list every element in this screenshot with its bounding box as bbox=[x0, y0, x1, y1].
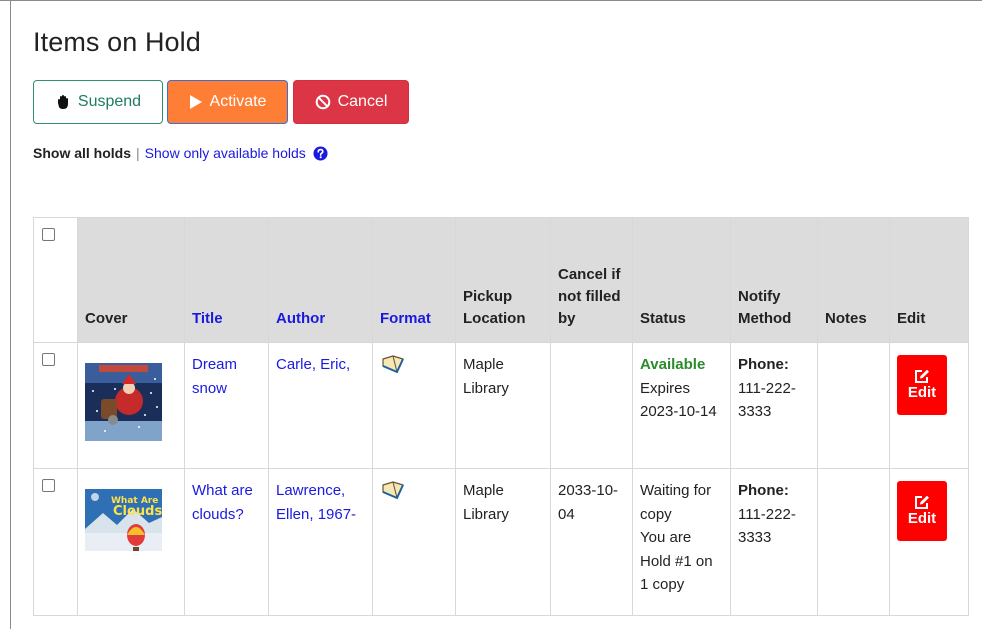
status-expires: Expires 2023-10-14 bbox=[640, 379, 717, 421]
header-edit: Edit bbox=[889, 217, 969, 343]
suspend-button[interactable]: Suspend bbox=[33, 80, 163, 124]
title-link[interactable]: What are clouds? bbox=[192, 482, 253, 523]
header-title[interactable]: Title bbox=[184, 217, 269, 343]
format-cell bbox=[372, 468, 456, 616]
notify-label: Phone: bbox=[738, 356, 789, 373]
edit-cell: Edit bbox=[889, 468, 969, 616]
title-cell: What are clouds? bbox=[184, 468, 269, 616]
author-link[interactable]: Carle, Eric, bbox=[276, 356, 350, 373]
header-notify-method: Notify Method bbox=[730, 217, 818, 343]
activate-label: Activate bbox=[209, 93, 267, 110]
window-frame-left bbox=[10, 0, 11, 629]
title-link[interactable]: Dream snow bbox=[192, 356, 237, 397]
edit-label: Edit bbox=[907, 510, 937, 527]
header-author[interactable]: Author bbox=[268, 217, 373, 343]
row-select-cell bbox=[33, 342, 78, 469]
ban-icon bbox=[315, 94, 331, 110]
table-header-row: Cover Title Author Format Pickup Locatio… bbox=[33, 217, 969, 343]
edit-icon bbox=[915, 369, 929, 383]
row-checkbox[interactable] bbox=[42, 353, 55, 366]
notes-cell bbox=[817, 342, 890, 469]
notify-phone: 111-222-3333 bbox=[738, 505, 796, 547]
status-waiting: Waiting for copy bbox=[640, 482, 712, 523]
notify-label: Phone: bbox=[738, 482, 789, 499]
hand-icon bbox=[55, 94, 71, 110]
notify-cell: Phone: 111-222-3333 bbox=[730, 468, 818, 616]
cancel-by-cell bbox=[550, 342, 633, 469]
show-all-holds: Show all holds bbox=[33, 145, 132, 161]
book-icon bbox=[382, 481, 404, 500]
help-icon[interactable] bbox=[313, 145, 328, 161]
cancel-button[interactable]: Cancel bbox=[293, 80, 409, 124]
cancel-label: Cancel bbox=[337, 93, 388, 110]
table-row: What Are Clouds? What are clouds? Lawren… bbox=[33, 468, 969, 616]
play-icon bbox=[189, 94, 203, 110]
select-all-checkbox[interactable] bbox=[42, 228, 55, 241]
select-all-cell bbox=[33, 217, 78, 343]
svg-text:Clouds?: Clouds? bbox=[113, 504, 162, 519]
notes-cell bbox=[817, 468, 890, 616]
edit-button[interactable]: Edit bbox=[897, 355, 947, 415]
status-hold-position: You are Hold #1 on 1 copy bbox=[640, 529, 713, 593]
show-available-holds-link[interactable]: Show only available holds bbox=[145, 145, 306, 161]
edit-cell: Edit bbox=[889, 342, 969, 469]
suspend-label: Suspend bbox=[77, 93, 142, 110]
activate-button[interactable]: Activate bbox=[167, 80, 288, 124]
header-notes: Notes bbox=[817, 217, 890, 343]
pickup-location-cell: Maple Library bbox=[455, 468, 551, 616]
author-link[interactable]: Lawrence, Ellen, 1967- bbox=[276, 482, 356, 523]
status-available: Available bbox=[640, 356, 706, 373]
header-cancel-if-not-filled-by: Cancel if not filled by bbox=[550, 217, 633, 343]
page-title: Items on Hold bbox=[33, 27, 201, 57]
cover-what-are-clouds[interactable]: What Are Clouds? bbox=[85, 489, 162, 551]
notify-phone: 111-222-3333 bbox=[738, 379, 796, 421]
row-select-cell bbox=[33, 468, 78, 616]
edit-icon bbox=[915, 495, 929, 509]
cover-cell: What Are Clouds? bbox=[77, 468, 185, 616]
row-checkbox[interactable] bbox=[42, 479, 55, 492]
title-cell: Dream snow bbox=[184, 342, 269, 469]
header-format[interactable]: Format bbox=[372, 217, 456, 343]
pickup-location-cell: Maple Library bbox=[455, 342, 551, 469]
status-cell: Waiting for copy You are Hold #1 on 1 co… bbox=[632, 468, 731, 616]
status-cell: Available Expires 2023-10-14 bbox=[632, 342, 731, 469]
window-frame-top bbox=[0, 0, 982, 1]
author-cell: Carle, Eric, bbox=[268, 342, 373, 469]
header-cover: Cover bbox=[77, 217, 185, 343]
header-status: Status bbox=[632, 217, 731, 343]
hold-filter: Show all holds | Show only available hol… bbox=[33, 145, 328, 161]
cancel-by-cell: 2033-10-04 bbox=[550, 468, 633, 616]
author-cell: Lawrence, Ellen, 1967- bbox=[268, 468, 373, 616]
header-pickup-location: Pickup Location bbox=[455, 217, 551, 343]
edit-button[interactable]: Edit bbox=[897, 481, 947, 541]
book-icon bbox=[382, 355, 404, 374]
cover-cell bbox=[77, 342, 185, 469]
holds-table: Cover Title Author Format Pickup Locatio… bbox=[33, 217, 969, 616]
table-row: Dream snow Carle, Eric, Maple Library Av… bbox=[33, 342, 969, 469]
edit-label: Edit bbox=[907, 384, 937, 401]
format-cell bbox=[372, 342, 456, 469]
filter-separator: | bbox=[136, 145, 140, 161]
notify-cell: Phone: 111-222-3333 bbox=[730, 342, 818, 469]
cover-dream-snow[interactable] bbox=[85, 363, 162, 441]
